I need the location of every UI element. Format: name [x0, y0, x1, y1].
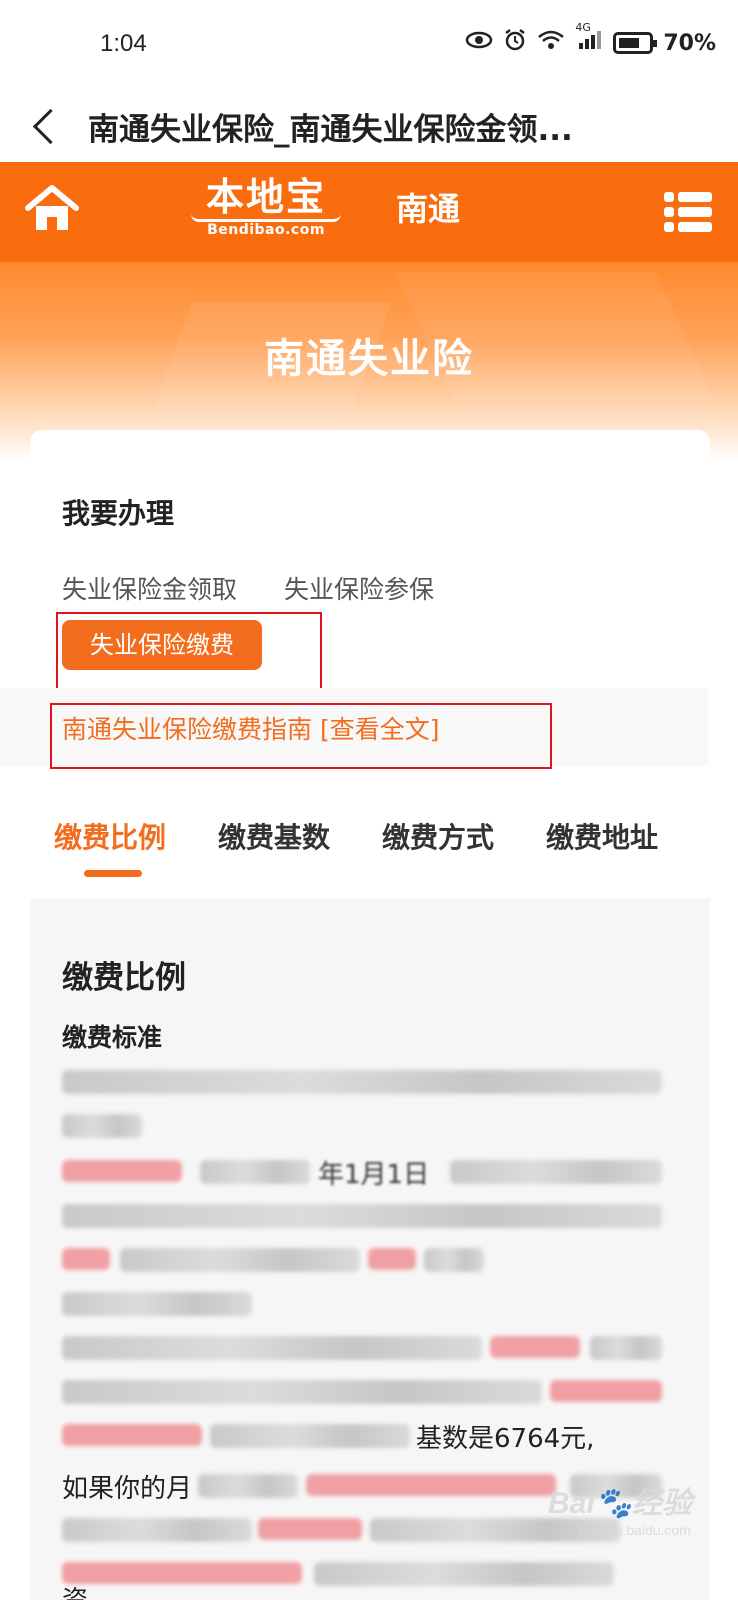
wifi-icon [537, 29, 565, 57]
blurred-text [62, 1380, 542, 1404]
tab-payment-method[interactable]: 缴费方式 [382, 816, 494, 856]
status-bar: 1:04 4G 70% [0, 0, 738, 90]
blurred-text [62, 1204, 662, 1228]
signal-icon: 4G [575, 21, 603, 57]
blurred-highlight [62, 1248, 110, 1270]
baidu-watermark: Bai🐾经验 jingyan.baidu.com [548, 1468, 698, 1548]
blurred-highlight [550, 1380, 662, 1402]
blurred-text [198, 1474, 298, 1498]
tab-bar: 缴费比例 缴费基数 缴费方式 缴费地址 [0, 800, 738, 890]
battery-icon [613, 32, 658, 54]
blurred-highlight [62, 1562, 302, 1584]
site-header: 本地宝 Bendibao.com 南通 [0, 162, 738, 262]
blurred-text [210, 1424, 410, 1448]
title-bar: 南通失业保险_南通失业保险金领... [0, 90, 738, 162]
site-logo[interactable]: 本地宝 Bendibao.com [186, 174, 346, 254]
city-selector[interactable]: 南通 [396, 184, 460, 230]
blurred-text [314, 1562, 614, 1586]
blurred-text [450, 1160, 662, 1184]
partial-text: 资 [62, 1580, 88, 1600]
tab-payment-ratio[interactable]: 缴费比例 [54, 816, 166, 856]
logo-subtext: Bendibao.com [207, 222, 325, 238]
blurred-highlight [258, 1518, 362, 1540]
back-arrow-icon[interactable] [18, 96, 78, 156]
blurred-text [200, 1160, 310, 1184]
battery-percent: 70% [663, 30, 716, 56]
watermark-url: jingyan.baidu.com [578, 1522, 691, 1538]
blurred-text [62, 1518, 252, 1542]
blurred-highlight [62, 1160, 182, 1182]
menu-icon[interactable] [664, 190, 712, 234]
home-icon[interactable] [24, 184, 80, 234]
battery-fill [619, 38, 639, 48]
content-heading: 缴费比例 [62, 960, 186, 996]
tab-payment-base[interactable]: 缴费基数 [218, 816, 330, 856]
blurred-text [62, 1114, 142, 1138]
status-time: 1:04 [100, 30, 147, 57]
page-title: 南通失业保险_南通失业保险金领... [88, 111, 573, 148]
partial-text: 基数是6764元, [416, 1424, 595, 1454]
paw-icon: 🐾 [594, 1487, 633, 1520]
status-icons: 4G 70% [465, 21, 716, 58]
blurred-highlight [368, 1248, 416, 1270]
blurred-text [590, 1336, 662, 1360]
logo-text: 本地宝 [205, 174, 326, 219]
service-link-benefit-claim[interactable]: 失业保险金领取 [62, 570, 237, 606]
banner-title: 南通失业险 [264, 336, 474, 382]
partial-text: 如果你的月 [62, 1474, 193, 1504]
alarm-icon [503, 28, 527, 58]
blurred-highlight [490, 1336, 580, 1358]
watermark-suffix: 经验 [632, 1487, 693, 1520]
blurred-highlight [62, 1424, 202, 1446]
blurred-text [62, 1070, 662, 1094]
highlight-box [50, 703, 552, 769]
partial-text: 年1月1日 [318, 1160, 430, 1190]
active-tab-indicator [84, 870, 142, 877]
blurred-highlight [306, 1474, 556, 1496]
blurred-text [120, 1248, 360, 1272]
service-link-enroll[interactable]: 失业保险参保 [284, 570, 434, 606]
content-subheading: 缴费标准 [62, 1023, 163, 1052]
section-heading: 我要办理 [62, 497, 175, 530]
tab-payment-address[interactable]: 缴费地址 [546, 816, 658, 856]
blurred-text [62, 1336, 482, 1360]
watermark-text: Bai [548, 1487, 595, 1520]
blurred-text [62, 1292, 252, 1316]
blurred-text [424, 1248, 484, 1272]
eye-icon [465, 30, 493, 56]
network-type: 4G [575, 21, 591, 34]
highlight-box [56, 612, 322, 692]
watermark-logo: Bai🐾经验 [548, 1478, 692, 1522]
